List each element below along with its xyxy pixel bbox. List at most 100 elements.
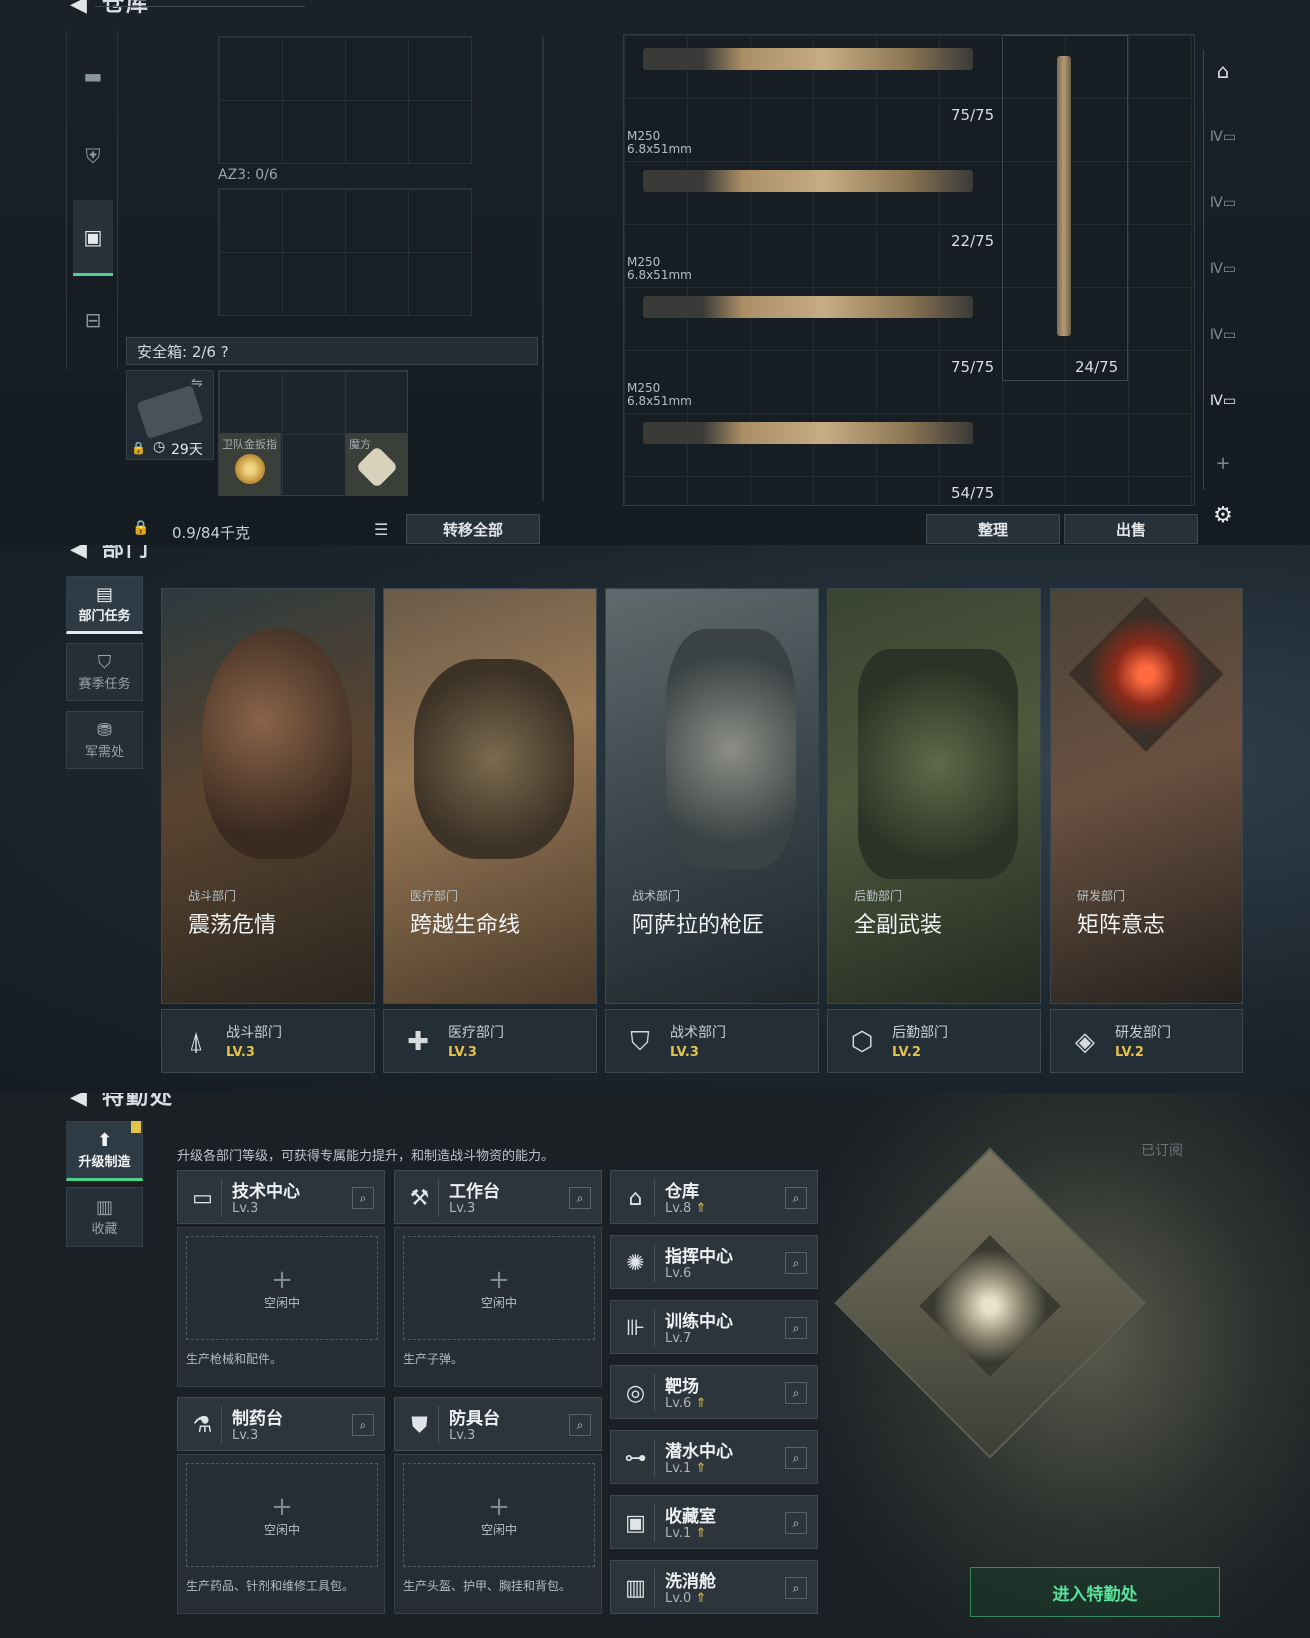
craft-slot-tech-center[interactable]: + 空闲中 生产枪械和配件。 xyxy=(177,1227,385,1387)
iv-helmet-icon[interactable]: Ⅳ▭ xyxy=(1208,320,1238,350)
dept-footer-combat[interactable]: ⍋ 战斗部门 LV.3 xyxy=(161,1009,375,1073)
arrange-button[interactable]: 整理 xyxy=(926,514,1060,544)
craft-slot-armor-bench[interactable]: + 空闲中 生产头盔、护甲、胸挂和背包。 xyxy=(394,1454,602,1614)
upgrade-arrow-icon: ⇑ xyxy=(695,1396,707,1411)
az3-grid-bottom[interactable] xyxy=(218,188,472,316)
safebox-case[interactable]: ⇋ 🔒 ◷ 29天 xyxy=(126,370,214,460)
dept-card-research[interactable]: 研发部门 矩阵意志 xyxy=(1050,588,1243,1004)
nav-department-tasks[interactable]: ▤ 部门任务 xyxy=(66,576,143,634)
search-icon[interactable]: ⌕ xyxy=(785,1577,807,1599)
search-icon[interactable]: ⌕ xyxy=(785,1447,807,1469)
ring-icon xyxy=(235,454,265,484)
weapon-item[interactable]: 75/75 xyxy=(623,34,1001,126)
swap-icon[interactable]: ⇋ xyxy=(191,375,203,391)
craft-slot-pharmacy[interactable]: + 空闲中 生产药品、针剂和维修工具包。 xyxy=(177,1454,385,1614)
slot-item-cube[interactable]: 魔方 xyxy=(345,433,408,496)
workshop-tech-center[interactable]: ▭ 技术中心 Lv.3 ⌕ xyxy=(177,1170,385,1224)
sell-button[interactable]: 出售 xyxy=(1064,514,1198,544)
dept-footer-tactical[interactable]: ⛉ 战术部门 LV.3 xyxy=(605,1009,819,1073)
back-arrow-icon[interactable]: ◀ xyxy=(70,0,88,17)
back-arrow-icon[interactable]: ◀ xyxy=(70,1093,88,1110)
departments-title: ◀ 部门 xyxy=(70,545,150,563)
tactical-dept-icon: ⛉ xyxy=(630,1026,650,1057)
workshop-workbench[interactable]: ⚒ 工作台 Lv.3 ⌕ xyxy=(394,1170,602,1224)
dept-card-tactical[interactable]: 战术部门 阿萨拉的枪匠 xyxy=(605,588,819,1004)
diving-icon: ⊶ xyxy=(617,1439,655,1477)
iv-rig-icon[interactable]: Ⅳ▭ xyxy=(1208,188,1238,218)
tools-icon: ⚒ xyxy=(401,1179,439,1217)
scrollbar[interactable] xyxy=(542,36,544,501)
clock-icon: ◷ xyxy=(153,439,166,455)
search-icon[interactable]: ⌕ xyxy=(352,1187,374,1209)
enter-special-ops-button[interactable]: 进入特勤处 xyxy=(970,1567,1220,1617)
add-icon[interactable]: + xyxy=(271,1266,293,1294)
hq-cube-core xyxy=(919,1235,1061,1377)
search-icon[interactable]: ⌕ xyxy=(785,1317,807,1339)
dept-card-logistics[interactable]: 后勤部门 全副武装 xyxy=(827,588,1041,1004)
weapon-icon[interactable]: ▬ xyxy=(73,38,113,114)
nav-collection[interactable]: ▥ 收藏 xyxy=(66,1187,143,1247)
backpack-icon[interactable]: ▣ xyxy=(73,200,113,276)
tall-weapon-slot[interactable]: 24/75 xyxy=(1002,35,1128,381)
settings-icon[interactable]: ⚙ xyxy=(1208,500,1238,530)
toolbox-icon[interactable]: ⊟ xyxy=(73,282,113,358)
weapon-item[interactable]: M250 6.8x51mm 75/75 xyxy=(623,254,1001,378)
dept-footer-logistics[interactable]: ⬡ 后勤部门 LV.2 xyxy=(827,1009,1041,1073)
weapon-item[interactable]: M250 6.8x51mm 22/75 xyxy=(623,128,1001,252)
facility-training-center[interactable]: ⊪ 训练中心 Lv.7 ⌕ xyxy=(610,1300,818,1354)
iv-armor-icon[interactable]: Ⅳ▭ xyxy=(1208,122,1238,152)
craft-slot-workbench[interactable]: + 空闲中 生产子弹。 xyxy=(394,1227,602,1387)
dept-card-combat[interactable]: 战斗部门 震荡危情 xyxy=(161,588,375,1004)
collection-room-icon: ▣ xyxy=(617,1504,655,1542)
search-icon[interactable]: ⌕ xyxy=(352,1414,374,1436)
az3-grid-top[interactable] xyxy=(218,36,472,164)
transfer-all-button[interactable]: 转移全部 xyxy=(406,514,540,544)
weapon-caliber: 6.8x51mm xyxy=(627,394,692,408)
search-icon[interactable]: ⌕ xyxy=(785,1187,807,1209)
armor-icon[interactable]: ⛨ xyxy=(73,118,113,194)
weapon-item[interactable]: M250 6.8x51mm 54/75 xyxy=(623,380,1001,504)
facility-warehouse[interactable]: ⌂ 仓库 Lv.8 ⇑ ⌕ xyxy=(610,1170,818,1224)
search-icon[interactable]: ⌕ xyxy=(785,1382,807,1404)
facility-decon-chamber[interactable]: ▥ 洗消舱 Lv.0 ⇑ ⌕ xyxy=(610,1560,818,1614)
slot-item-ring[interactable]: 卫队金扳指 xyxy=(218,433,281,496)
armor-bench-icon: ⛊ xyxy=(401,1406,439,1444)
nav-supply[interactable]: ⛃ 军需处 xyxy=(66,711,143,769)
add-icon[interactable]: + xyxy=(271,1493,293,1521)
nav-season-tasks[interactable]: ⛉ 赛季任务 xyxy=(66,643,143,701)
workshop-armor-bench[interactable]: ⛊ 防具台 Lv.3 ⌕ xyxy=(394,1397,602,1451)
locker-icon[interactable]: ⌂ xyxy=(1208,56,1238,86)
iv-plate-icon[interactable]: Ⅳ▭ xyxy=(1208,254,1238,284)
facility-shooting-range[interactable]: ◎ 靶场 Lv.6 ⇑ ⌕ xyxy=(610,1365,818,1419)
upgrade-arrow-icon: ⇑ xyxy=(695,1526,707,1541)
dept-card-medical[interactable]: 医疗部门 跨越生命线 xyxy=(383,588,597,1004)
facility-command-center[interactable]: ✺ 指挥中心 Lv.6 ⌕ xyxy=(610,1235,818,1289)
add-icon[interactable]: + xyxy=(488,1266,510,1294)
search-icon[interactable]: ⌕ xyxy=(785,1252,807,1274)
list-icon[interactable]: ☰ xyxy=(374,520,388,539)
research-dept-icon: ◈ xyxy=(1075,1027,1095,1057)
facility-diving-center[interactable]: ⊶ 潜水中心 Lv.1 ⇑ ⌕ xyxy=(610,1430,818,1484)
search-icon[interactable]: ⌕ xyxy=(785,1512,807,1534)
subscribed-label: 已订阅 xyxy=(1141,1143,1183,1159)
iv-backpack-icon[interactable]: Ⅳ▭ xyxy=(1208,386,1238,416)
dept-footer-research[interactable]: ◈ 研发部门 LV.2 xyxy=(1050,1009,1243,1073)
weapon-image xyxy=(643,170,973,192)
safebox-case-image xyxy=(136,384,204,440)
decon-icon: ▥ xyxy=(617,1569,655,1607)
back-arrow-icon[interactable]: ◀ xyxy=(70,545,88,562)
sniper-rifle-image xyxy=(1057,56,1071,336)
upgrade-icon: ⬆ xyxy=(96,1130,113,1151)
logistics-dept-icon: ⬡ xyxy=(850,1027,874,1057)
lock-icon: 🔒 xyxy=(131,441,146,455)
search-icon[interactable]: ⌕ xyxy=(569,1187,591,1209)
task-icon: ▤ xyxy=(95,584,113,605)
weight-label: 0.9/84千克 xyxy=(172,524,250,542)
workshop-pharmacy[interactable]: ⚗ 制药台 Lv.3 ⌕ xyxy=(177,1397,385,1451)
notification-badge xyxy=(131,1121,141,1133)
search-icon[interactable]: ⌕ xyxy=(569,1414,591,1436)
dept-footer-medical[interactable]: ✚ 医疗部门 LV.3 xyxy=(383,1009,597,1073)
add-icon[interactable]: + xyxy=(488,1493,510,1521)
facility-collection-room[interactable]: ▣ 收藏室 Lv.1 ⇑ ⌕ xyxy=(610,1495,818,1549)
add-icon[interactable]: + xyxy=(1208,448,1238,478)
